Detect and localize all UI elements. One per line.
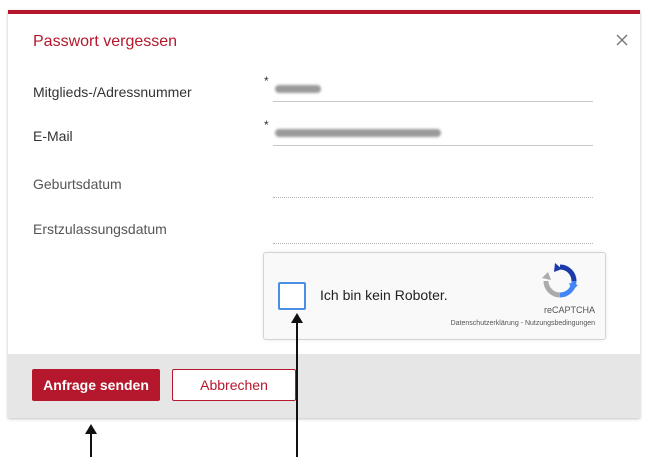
arrow-up-icon <box>85 424 97 457</box>
recaptcha-links[interactable]: Datenschutzerklärung - Nutzungsbedingung… <box>451 320 595 327</box>
dialog-title: Passwort vergessen <box>33 33 178 50</box>
birthdate-label: Geburtsdatum <box>33 176 122 192</box>
forgot-password-dialog: Passwort vergessen Mitglieds-/Adressnumm… <box>8 10 640 418</box>
redacted-value <box>275 129 441 137</box>
required-marker: * <box>264 118 269 132</box>
member-number-input[interactable] <box>273 81 593 102</box>
birthdate-input[interactable] <box>273 177 593 198</box>
member-number-label: Mitglieds-/Adressnummer <box>33 84 192 100</box>
first-registration-date-label: Erstzulassungsdatum <box>33 221 167 237</box>
recaptcha-brand: reCAPTCHA <box>543 305 595 315</box>
first-registration-date-input[interactable] <box>273 223 593 244</box>
recaptcha-widget: Ich bin kein Roboter. reCAPTCHA Datensch… <box>263 252 606 340</box>
close-icon[interactable] <box>614 32 630 48</box>
required-marker: * <box>264 74 269 88</box>
recaptcha-label: Ich bin kein Roboter. <box>320 287 448 303</box>
dialog-footer: Anfrage senden Abbrechen <box>8 354 640 418</box>
recaptcha-logo-icon <box>542 263 578 299</box>
email-input[interactable] <box>273 125 593 146</box>
email-label: E-Mail <box>33 128 73 144</box>
cancel-button[interactable]: Abbrechen <box>172 369 296 401</box>
recaptcha-checkbox[interactable] <box>278 282 306 310</box>
submit-request-button[interactable]: Anfrage senden <box>32 369 160 401</box>
redacted-value <box>275 85 321 93</box>
arrow-up-icon <box>291 313 303 457</box>
